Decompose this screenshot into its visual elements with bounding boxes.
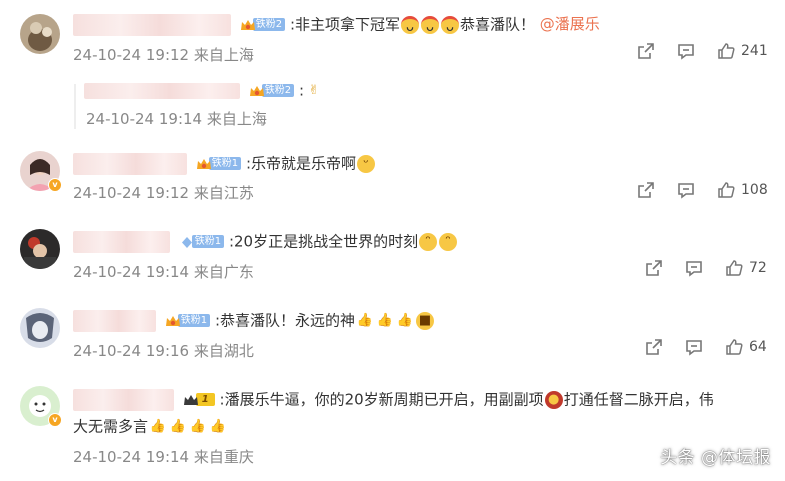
comment-meta: 24-10-24 19:12 来自江苏 xyxy=(73,182,254,203)
fan-badge: 铁粉1 xyxy=(165,313,211,328)
like-count: 108 xyxy=(741,182,768,198)
share-button[interactable] xyxy=(637,181,655,199)
emoji-icon: ᵔ xyxy=(439,232,458,251)
thumbs-up-emoji-icon: 👍 xyxy=(356,312,374,328)
fan-badge: 铁粉1 xyxy=(196,156,242,171)
like-count: 72 xyxy=(749,260,767,276)
comment-text: :潘展乐牛逼，你的20岁新周期已开启，用副副项 xyxy=(219,390,544,409)
watermark: 头条 @体坛报 xyxy=(660,448,771,468)
timestamp: 24-10-24 19:16 xyxy=(73,342,190,360)
username-redacted[interactable] xyxy=(73,13,231,36)
thumbs-up-icon xyxy=(726,339,743,355)
crown-icon xyxy=(196,156,212,171)
username-redacted[interactable] xyxy=(73,152,187,175)
crown-icon xyxy=(183,392,199,407)
like-button[interactable]: 108 xyxy=(717,181,768,199)
thumbs-up-emoji-icon: 👍 xyxy=(169,418,187,434)
comment-meta: 24-10-24 19:12 来自上海 xyxy=(73,44,254,65)
mention-link[interactable]: @潘展乐 xyxy=(540,15,600,33)
timestamp: 24-10-24 19:14 xyxy=(73,263,190,281)
emoji-icon: ᴗ xyxy=(401,15,419,35)
thumbs-up-emoji-icon: 👍 xyxy=(189,418,207,434)
emoji-icon: ᴗ xyxy=(421,15,439,35)
location: 来自江苏 xyxy=(193,184,254,202)
thumbs-up-emoji-icon: 👍 xyxy=(376,312,394,328)
share-icon xyxy=(638,43,654,59)
location: 来自上海 xyxy=(193,46,254,64)
fan-badge: 铁粉1 xyxy=(179,234,225,249)
like-count: 64 xyxy=(749,339,767,355)
timestamp: 24-10-24 19:14 xyxy=(73,448,190,466)
location: 来自重庆 xyxy=(193,448,254,466)
thumbs-up-icon xyxy=(726,260,743,276)
share-button[interactable] xyxy=(645,338,663,356)
reply-divider xyxy=(74,84,76,129)
comment-text: 打通任督二脉开启，伟 xyxy=(563,390,714,409)
fan-badge: 铁粉2 xyxy=(240,17,286,32)
thumbs-up-icon xyxy=(718,43,735,59)
comment-meta: 24-10-24 19:14 来自广东 xyxy=(73,261,254,282)
fan-badge: 铁粉2 xyxy=(249,83,295,98)
comment-text: :乐帝就是乐帝啊 xyxy=(245,154,356,173)
location: 来自上海 xyxy=(206,110,267,128)
username-redacted[interactable] xyxy=(84,82,240,99)
thumbs-up-icon xyxy=(718,182,735,198)
comment-button[interactable] xyxy=(677,181,695,199)
username-redacted[interactable] xyxy=(73,230,170,253)
timestamp: 24-10-24 19:14 xyxy=(86,110,203,128)
comment-icon xyxy=(678,183,694,199)
comment-meta: 24-10-24 19:16 来自湖北 xyxy=(73,340,254,361)
share-icon xyxy=(638,182,654,198)
comment-button[interactable] xyxy=(685,259,703,277)
fan-badge: 1 xyxy=(183,392,215,407)
comment-icon xyxy=(686,340,702,356)
medal-emoji-icon: ● xyxy=(544,390,563,409)
like-button[interactable]: 64 xyxy=(725,338,767,356)
thumbs-up-emoji-icon: 👍 xyxy=(149,418,167,434)
diamond-icon xyxy=(179,234,195,249)
comment-button[interactable] xyxy=(677,42,695,60)
verified-icon: v xyxy=(48,178,62,192)
share-button[interactable] xyxy=(645,259,663,277)
thumbs-up-emoji-icon: 👍 xyxy=(396,312,414,328)
username-redacted[interactable] xyxy=(73,309,156,332)
comment-text: :20岁正是挑战全世界的时刻 xyxy=(228,232,419,251)
comment-text: :恭喜潘队！永远的神 xyxy=(214,311,355,330)
emoji-icon: ᴗ xyxy=(441,15,459,35)
victory-hand-emoji-icon: ✌ xyxy=(308,82,320,98)
share-icon xyxy=(646,260,662,276)
comment-meta: 24-10-24 19:14 来自重庆 xyxy=(73,446,254,467)
username-redacted[interactable] xyxy=(73,388,174,411)
crown-icon xyxy=(240,17,256,32)
like-button[interactable]: 241 xyxy=(717,42,768,60)
thumbs-up-emoji-icon: 👍 xyxy=(209,418,227,434)
crown-icon xyxy=(165,313,181,328)
reply-meta: 24-10-24 19:14 来自上海 xyxy=(86,108,267,129)
crown-icon xyxy=(249,83,265,98)
sunglasses-emoji-icon: ■ xyxy=(416,311,434,330)
comment-icon xyxy=(678,44,694,60)
share-icon xyxy=(646,339,662,355)
share-button[interactable] xyxy=(637,42,655,60)
avatar[interactable] xyxy=(20,308,60,348)
emoji-icon: ᵕ xyxy=(357,154,375,173)
reply-text: : xyxy=(298,81,304,100)
location: 来自湖北 xyxy=(193,342,254,360)
avatar[interactable] xyxy=(20,14,60,54)
timestamp: 24-10-24 19:12 xyxy=(73,46,190,64)
avatar[interactable] xyxy=(20,229,60,269)
verified-icon: v xyxy=(48,413,62,427)
comment-button[interactable] xyxy=(685,338,703,356)
timestamp: 24-10-24 19:12 xyxy=(73,184,190,202)
like-count: 241 xyxy=(741,43,768,59)
comment-text-continued: 大无需多言 xyxy=(73,417,149,436)
like-button[interactable]: 72 xyxy=(725,259,767,277)
emoji-icon: ᵔ xyxy=(419,232,438,251)
comment-text: :非主项拿下冠军 xyxy=(289,15,400,34)
comment-icon xyxy=(686,261,702,277)
comment-text: 恭喜潘队！ xyxy=(460,15,536,34)
location: 来自广东 xyxy=(193,263,254,281)
